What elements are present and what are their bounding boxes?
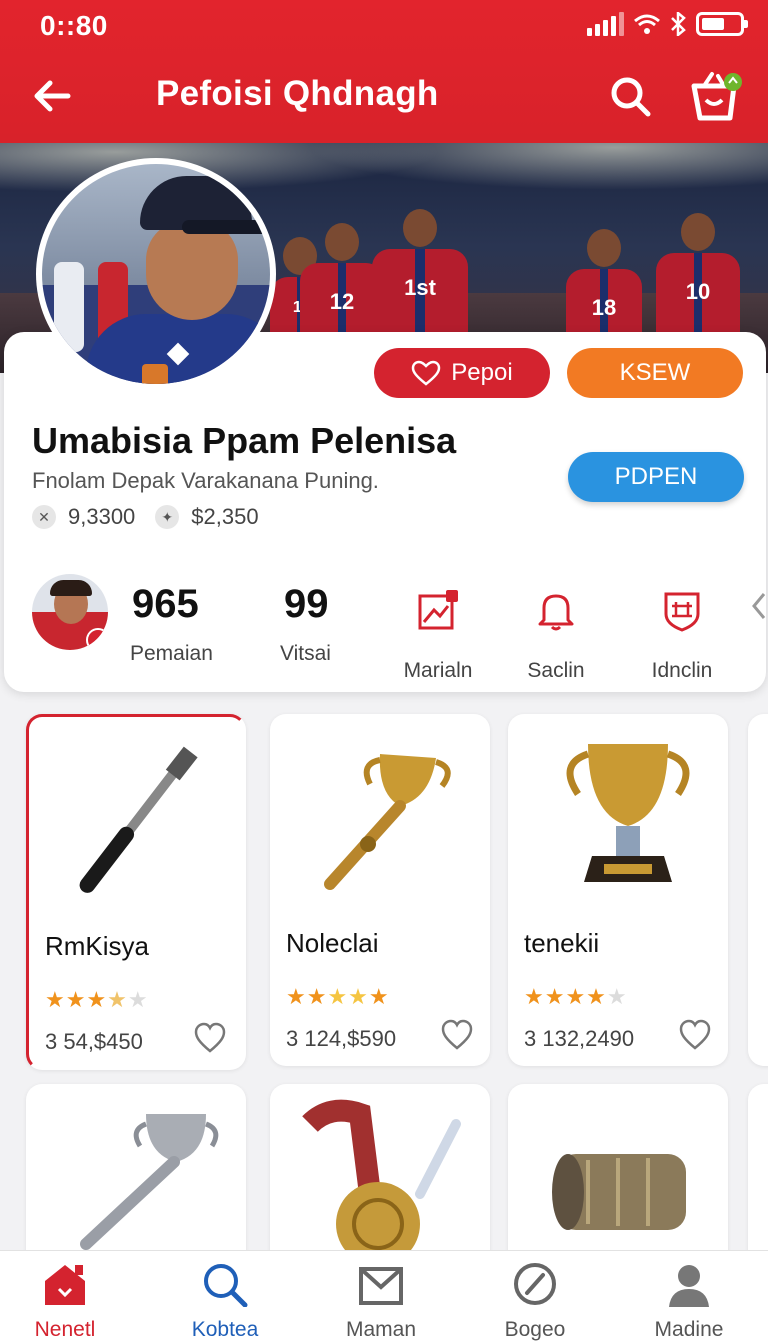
- mail-icon: [359, 1267, 403, 1305]
- product-card-partial[interactable]: [748, 714, 768, 1066]
- product-card-bronze-canister[interactable]: [508, 1084, 728, 1274]
- profile-card: Pepoi KSEW PDPEN Umabisia Ppam Pelenisa …: [4, 332, 766, 692]
- nav-label: Madine: [654, 1318, 724, 1341]
- stat-label-pemaian: Pemaian: [130, 642, 213, 665]
- nav-item-bogeo[interactable]: Bogeo: [470, 1261, 600, 1342]
- tool-saclin[interactable]: Saclin: [506, 588, 606, 683]
- product-image: [324, 754, 451, 890]
- status-bar: 0::80: [0, 0, 768, 52]
- product-price: 3 132,2490: [524, 1026, 635, 1051]
- product-name: Noleclai: [286, 928, 379, 958]
- user-profile-icon: [669, 1265, 709, 1307]
- stat-value-vitsai: 99: [284, 582, 329, 626]
- product-card-rmkisya[interactable]: RmKisya ★★★★★ 3 54,$450: [26, 714, 246, 1070]
- profile-subtitle: Fnolam Depak Varakanana Puning.: [32, 468, 379, 493]
- product-price: 3 124,$590: [286, 1026, 397, 1051]
- nav-label: Maman: [345, 1318, 417, 1341]
- whistle-icon: ✦: [155, 505, 180, 529]
- home-icon: [45, 1265, 85, 1305]
- nav-item-kobtea[interactable]: Kobtea: [160, 1261, 290, 1342]
- search-icon: [204, 1264, 248, 1308]
- stat-value-pemaian: 965: [132, 582, 199, 626]
- app-bar: Pefoisi Qhdnagh: [0, 60, 768, 132]
- bell-icon: [538, 594, 574, 631]
- battery-icon: [696, 12, 748, 36]
- stat-label-vitsai: Vitsai: [280, 642, 331, 665]
- product-price: 3 54,$450: [45, 1029, 143, 1054]
- profile-avatar[interactable]: [36, 158, 276, 390]
- shopping-basket-icon[interactable]: [688, 68, 744, 124]
- pdpen-label: PDPEN: [614, 463, 698, 490]
- product-name: RmKisya: [45, 931, 150, 961]
- star-rating: ★★★★★: [45, 987, 149, 1012]
- ksew-button[interactable]: KSEW: [567, 348, 743, 398]
- favorite-heart-icon[interactable]: [440, 1018, 474, 1052]
- top-bar: 0::80 Pefoisi Qhdnagh: [0, 0, 768, 143]
- profile-meta: ✕ 9,3300 ✦ $2,350: [32, 504, 259, 530]
- nav-item-nenetl[interactable]: Nenetl: [0, 1261, 130, 1342]
- product-image: [552, 1154, 686, 1230]
- app-title: Pefoisi Qhdnagh: [156, 74, 439, 113]
- status-time: 0::80: [40, 10, 108, 41]
- close-circle-icon: ✕: [32, 505, 56, 529]
- tool-label: Saclin: [527, 659, 585, 682]
- tool-label: Idnclin: [651, 659, 713, 682]
- pepoi-button[interactable]: Pepoi: [374, 348, 550, 398]
- nav-label: Kobtea: [191, 1318, 259, 1341]
- tool-idnclin[interactable]: Idnclin: [632, 588, 732, 683]
- product-card-noleclai[interactable]: Noleclai ★★★★★ 3 124,$590: [270, 714, 490, 1066]
- product-card-tenekii[interactable]: tenekii ★★★★★ 3 132,2490: [508, 714, 728, 1066]
- tool-label: Marialn: [403, 659, 473, 682]
- ksew-label: KSEW: [619, 359, 691, 386]
- pdpen-button[interactable]: PDPEN: [568, 452, 744, 502]
- compass-icon: [514, 1263, 556, 1305]
- nav-item-maman[interactable]: Maman: [316, 1261, 446, 1342]
- nav-item-madine[interactable]: Madine: [624, 1261, 754, 1342]
- wifi-icon: [634, 14, 660, 34]
- tool-marialn[interactable]: Marialn: [388, 588, 488, 683]
- product-name: tenekii: [524, 928, 600, 958]
- search-icon[interactable]: [606, 72, 654, 120]
- product-image: [302, 1099, 461, 1266]
- bluetooth-icon: [671, 12, 686, 36]
- shield-icon: [664, 592, 700, 632]
- nav-label: Bogeo: [504, 1318, 566, 1341]
- back-arrow-icon[interactable]: [28, 72, 76, 120]
- favorite-heart-icon[interactable]: [678, 1018, 712, 1052]
- product-card-gold-medal[interactable]: [270, 1084, 490, 1274]
- status-icons: [587, 12, 748, 36]
- pepoi-label: Pepoi: [451, 359, 513, 386]
- profile-name: Umabisia Ppam Pelenisa: [32, 420, 457, 461]
- bottom-navigation: Nenetl Kobtea Maman Bogeo Madine: [0, 1250, 768, 1344]
- stats-row: 965 Pemaian 99 Vitsai Marialn Saclin Idn…: [4, 570, 766, 682]
- nav-label: Nenetl: [34, 1318, 96, 1341]
- heart-icon: [412, 360, 441, 386]
- photo-badge-icon: [418, 590, 458, 630]
- favorite-heart-icon[interactable]: [193, 1021, 227, 1055]
- product-image: [80, 1114, 219, 1250]
- product-card-partial[interactable]: [748, 1084, 768, 1274]
- small-avatar[interactable]: [32, 574, 108, 650]
- product-image: [566, 744, 690, 882]
- star-rating: ★★★★★: [524, 984, 628, 1009]
- meta-value-1: 9,3300: [68, 504, 136, 529]
- signal-icon: [587, 12, 624, 36]
- chevron-left-icon[interactable]: [752, 592, 766, 620]
- star-rating: ★★★★★: [286, 984, 390, 1009]
- meta-value-2: $2,350: [191, 504, 259, 529]
- product-image: [79, 746, 198, 893]
- product-card-silver-trophy[interactable]: [26, 1084, 246, 1274]
